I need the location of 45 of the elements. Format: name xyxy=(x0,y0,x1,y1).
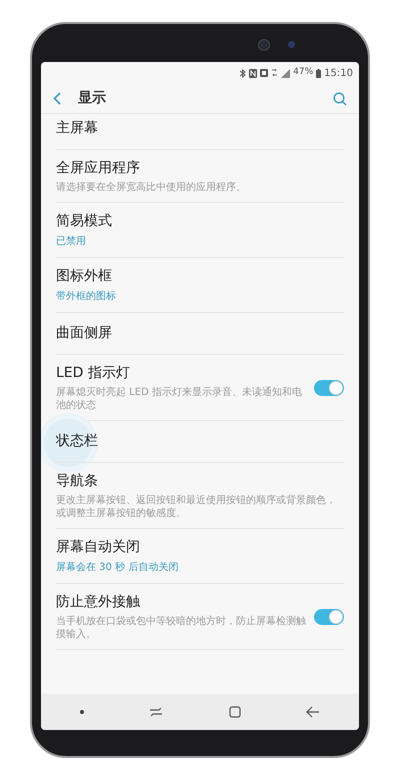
page-title: 显示 xyxy=(78,89,106,108)
search-icon[interactable] xyxy=(333,92,347,106)
back-icon[interactable] xyxy=(53,92,61,105)
settings-item[interactable]: 主屏幕 xyxy=(56,114,344,150)
item-title: 屏幕自动关闭 xyxy=(56,538,141,557)
item-title: 导航条 xyxy=(56,472,99,491)
item-description: 请选择要在全屏宽高比中使用的应用程序。 xyxy=(56,181,247,194)
settings-item[interactable]: 状态栏 xyxy=(56,421,344,463)
toggle-switch[interactable] xyxy=(314,608,344,624)
bluetooth-icon xyxy=(240,68,246,78)
settings-item[interactable]: 屏幕自动关闭 屏幕会在 30 秒 后自动关闭 xyxy=(56,529,344,584)
clock: 15:10 xyxy=(324,66,353,80)
settings-item[interactable]: 曲面侧屏 xyxy=(56,313,344,355)
item-description: 更改主屏幕按钮、返回按钮和最近使用按钮的顺序或背景颜色，或调整主屏幕按钮的敏感度。 xyxy=(56,494,337,520)
camera-icon xyxy=(258,39,270,51)
home-icon[interactable] xyxy=(228,706,241,718)
item-value: 带外框的图标 xyxy=(56,290,117,304)
signal-icon xyxy=(281,68,290,78)
nfc-icon xyxy=(249,68,258,78)
item-description: 当手机放在口袋或包中等较暗的地方时，防止屏幕检测触摸输入。 xyxy=(56,615,306,641)
battery-percent: 47% xyxy=(293,66,314,80)
back-arrow-icon[interactable] xyxy=(306,706,320,718)
data-arrows-icon xyxy=(271,69,278,77)
square-icon xyxy=(260,69,268,77)
settings-item[interactable]: 导航条 更改主屏幕按钮、返回按钮和最近使用按钮的顺序或背景颜色，或调整主屏幕按钮的敏感度。 xyxy=(56,463,344,529)
battery-icon xyxy=(316,68,322,78)
item-title: 主屏幕 xyxy=(56,119,99,138)
settings-item[interactable]: 简易模式 已禁用 xyxy=(56,203,344,258)
item-description: 屏幕熄灭时亮起 LED 指示灯来显示录音、未读通知和电池的状态 xyxy=(56,386,303,412)
item-title: 曲面侧屏 xyxy=(56,324,113,343)
item-value: 已禁用 xyxy=(56,234,87,249)
settings-item[interactable]: 防止意外接触 当手机放在口袋或包中等较暗的地方时，防止屏幕检测触摸输入。 xyxy=(56,584,344,650)
settings-item[interactable]: 全屏应用程序 请选择要在全屏宽高比中使用的应用程序。 xyxy=(56,150,344,203)
settings-item[interactable]: 图标外框 带外框的图标 xyxy=(56,258,344,313)
item-title: 状态栏 xyxy=(56,432,99,451)
item-title: 防止意外接触 xyxy=(56,593,141,612)
item-title: 全屏应用程序 xyxy=(56,159,141,178)
sensor-icon xyxy=(288,41,295,48)
item-value: 屏幕会在 30 秒 后自动关闭 xyxy=(56,560,180,575)
item-title: 图标外框 xyxy=(56,267,113,286)
dot-icon[interactable] xyxy=(80,710,84,714)
item-title: LED 指示灯 xyxy=(56,364,131,383)
toggle-switch[interactable] xyxy=(314,380,344,396)
item-title: 简易模式 xyxy=(56,212,113,231)
recent-apps-icon[interactable] xyxy=(149,706,164,718)
